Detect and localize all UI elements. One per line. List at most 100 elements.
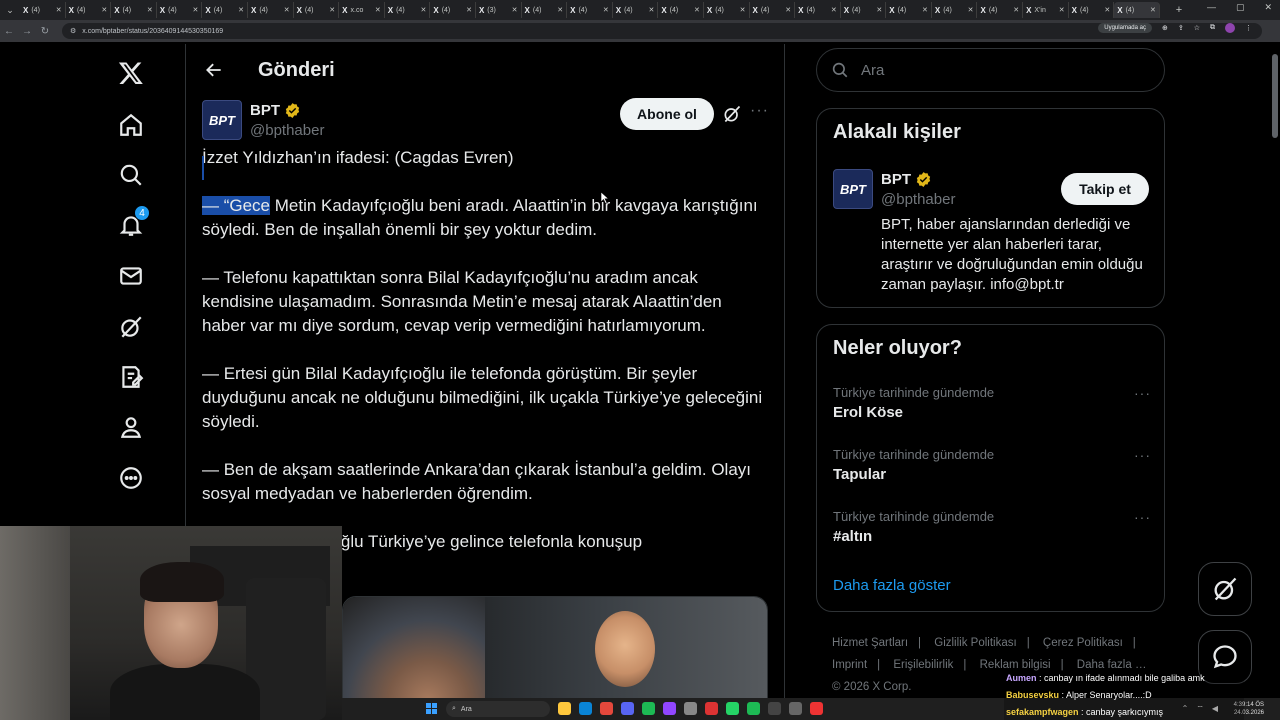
browser-tab[interactable]: X (4) ✕ [841, 2, 887, 18]
browser-tab[interactable]: X (4) ✕ [294, 2, 340, 18]
tab-close-icon[interactable]: ✕ [740, 6, 746, 14]
url-field[interactable]: ⚙ x.com/bptaber/status/20364091445303501… [62, 23, 1262, 39]
author-handle[interactable]: @bpthaber [250, 122, 324, 139]
footer-link[interactable]: Çerez Politikası [1043, 637, 1123, 649]
author-avatar[interactable]: BPT [202, 100, 242, 140]
browser-tab[interactable]: X (4) ✕ [704, 2, 750, 18]
browser-tab[interactable]: X (4) ✕ [613, 2, 659, 18]
close-window-icon[interactable]: ✕ [1264, 2, 1272, 13]
browser-tab[interactable]: X X'in ✕ [1023, 2, 1069, 18]
browser-tab[interactable]: X (3) ✕ [476, 2, 522, 18]
app-icon[interactable] [789, 702, 802, 715]
show-more-link[interactable]: Daha fazla göster [833, 577, 951, 594]
page-scrollbar[interactable] [1270, 44, 1280, 720]
tab-close-icon[interactable]: ✕ [603, 6, 609, 14]
tab-close-icon[interactable]: ✕ [466, 6, 472, 14]
tab-close-icon[interactable]: ✕ [1104, 6, 1110, 14]
tab-close-icon[interactable]: ✕ [1150, 6, 1156, 14]
subscribe-button[interactable]: Abone ol [620, 98, 714, 130]
tab-close-icon[interactable]: ✕ [694, 6, 700, 14]
share-icon[interactable]: ⇪ [1178, 24, 1184, 32]
tab-close-icon[interactable]: ✕ [1059, 6, 1065, 14]
browser-tab[interactable]: X (4) ✕ [111, 2, 157, 18]
related-name[interactable]: BPT [881, 171, 932, 188]
tab-close-icon[interactable]: ✕ [238, 6, 244, 14]
browser-tab[interactable]: X (4) ✕ [157, 2, 203, 18]
browser-tab[interactable]: X (4) ✕ [430, 2, 476, 18]
tab-close-icon[interactable]: ✕ [193, 6, 199, 14]
windows-start-icon[interactable] [426, 703, 437, 714]
tab-close-icon[interactable]: ✕ [420, 6, 426, 14]
trend-item[interactable]: Türkiye tarihinde gündemde Erol Köse ··· [833, 385, 1151, 421]
trend-more-icon[interactable]: ··· [1134, 447, 1151, 463]
tab-search-icon[interactable]: ⌄ [0, 0, 20, 20]
app-icon[interactable] [705, 702, 718, 715]
browser-tab[interactable]: X (4) ✕ [795, 2, 841, 18]
tab-close-icon[interactable]: ✕ [557, 6, 563, 14]
taskbar-search[interactable]: ⌕ Ara [446, 701, 550, 717]
trend-item[interactable]: Türkiye tarihinde gündemde Tapular ··· [833, 447, 1151, 483]
maximize-icon[interactable]: ▢ [1236, 2, 1245, 13]
lists-icon[interactable] [114, 360, 148, 394]
app-icon[interactable] [684, 702, 697, 715]
extensions-icon[interactable]: ⧉ [1210, 24, 1215, 32]
trend-item[interactable]: Türkiye tarihinde gündemde #altın ··· [833, 509, 1151, 545]
follow-button[interactable]: Takip et [1061, 173, 1149, 205]
tab-close-icon[interactable]: ✕ [147, 6, 153, 14]
browser-tab[interactable]: X (4) ✕ [750, 2, 796, 18]
explore-icon[interactable] [114, 158, 148, 192]
browser-tab[interactable]: X (4) ✕ [886, 2, 932, 18]
related-handle[interactable]: @bpthaber [881, 191, 955, 208]
app-icon[interactable] [810, 702, 823, 715]
trend-more-icon[interactable]: ··· [1134, 509, 1151, 525]
grok-icon[interactable] [114, 310, 148, 344]
spotify-icon[interactable] [642, 702, 655, 715]
browser-tab[interactable]: X (4) ✕ [385, 2, 431, 18]
tab-close-icon[interactable]: ✕ [101, 6, 107, 14]
edge-icon[interactable] [579, 702, 592, 715]
bookmark-star-icon[interactable]: ☆ [1194, 24, 1200, 32]
app-icon[interactable] [768, 702, 781, 715]
home-icon[interactable] [114, 108, 148, 142]
footer-link[interactable]: Erişilebilirlik [893, 659, 953, 671]
tab-close-icon[interactable]: ✕ [56, 6, 62, 14]
discord-icon[interactable] [621, 702, 634, 715]
browser-tab[interactable]: Xx.co ✕ [339, 2, 385, 18]
related-avatar[interactable]: BPT [833, 169, 873, 209]
reload-icon[interactable]: ↻ [36, 26, 54, 37]
profile-avatar[interactable] [1225, 23, 1235, 33]
footer-link[interactable]: Imprint [832, 659, 867, 671]
scrollbar-thumb[interactable] [1272, 54, 1278, 138]
tab-close-icon[interactable]: ✕ [785, 6, 791, 14]
forward-nav-icon[interactable]: → [18, 26, 36, 37]
tab-close-icon[interactable]: ✕ [329, 6, 335, 14]
more-icon[interactable] [114, 461, 148, 495]
x-logo-icon[interactable] [114, 56, 148, 90]
tab-close-icon[interactable]: ✕ [512, 6, 518, 14]
browser-tab[interactable]: X (4) ✕ [248, 2, 294, 18]
spotify-icon[interactable] [747, 702, 760, 715]
minimize-icon[interactable]: — [1207, 2, 1216, 13]
post-more-icon[interactable]: ··· [750, 102, 769, 120]
trend-more-icon[interactable]: ··· [1134, 385, 1151, 401]
site-info-icon[interactable]: ⚙ [70, 27, 76, 35]
browser-tab[interactable]: X (4) ✕ [522, 2, 568, 18]
file-explorer-icon[interactable] [558, 702, 571, 715]
tab-close-icon[interactable]: ✕ [648, 6, 654, 14]
browser-tab[interactable]: X (4) ✕ [932, 2, 978, 18]
browser-tab[interactable]: X (4) ✕ [1114, 2, 1160, 18]
author-name[interactable]: BPT [250, 102, 301, 119]
tab-close-icon[interactable]: ✕ [375, 6, 381, 14]
zoom-icon[interactable]: ⊕ [1162, 24, 1168, 32]
messages-icon[interactable] [114, 259, 148, 293]
notifications-icon[interactable]: 4 [114, 205, 150, 242]
browser-tab[interactable]: X (4) ✕ [20, 2, 66, 18]
tab-close-icon[interactable]: ✕ [968, 6, 974, 14]
footer-link[interactable]: Gizlilik Politikası [934, 637, 1016, 649]
open-in-app-button[interactable]: Uygulamada aç [1098, 23, 1152, 33]
browser-tab[interactable]: X (4) ✕ [1069, 2, 1115, 18]
tab-close-icon[interactable]: ✕ [876, 6, 882, 14]
profile-icon[interactable] [114, 410, 148, 444]
back-arrow-icon[interactable] [204, 60, 224, 80]
grok-icon[interactable] [722, 104, 742, 124]
